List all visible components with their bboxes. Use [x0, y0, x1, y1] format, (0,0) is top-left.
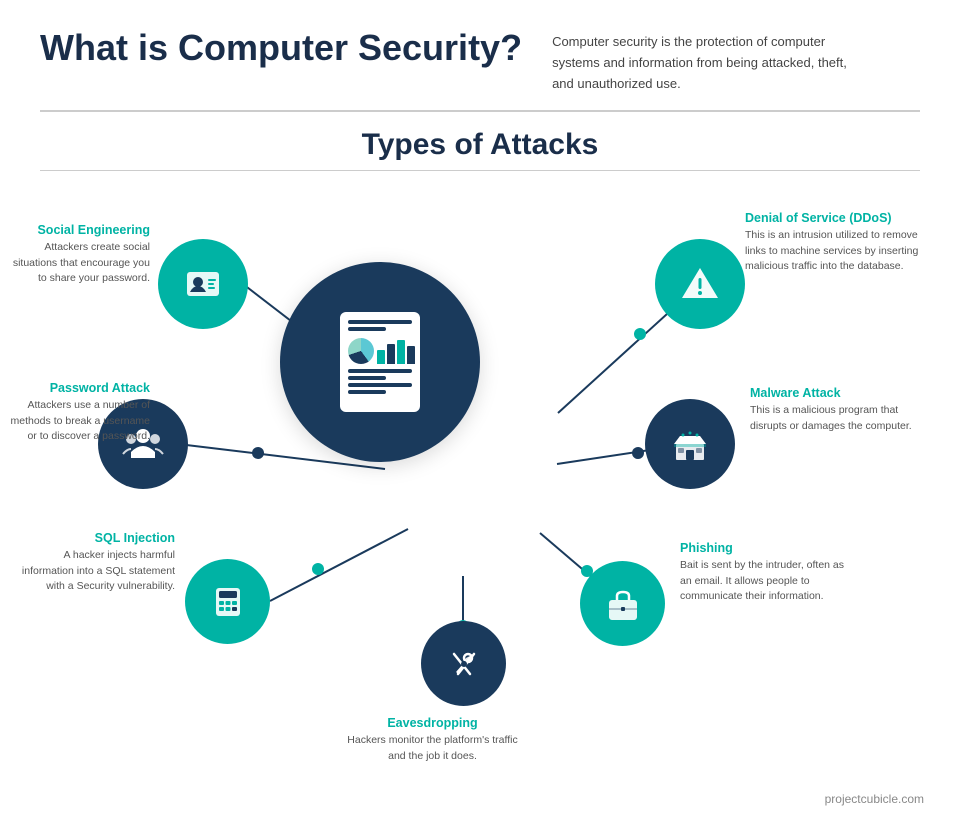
phishing-circle	[580, 561, 665, 646]
diagram-area: Social Engineering Attackers create soci…	[0, 171, 960, 761]
ddos-desc: This is an intrusion utilized to remove …	[745, 228, 935, 274]
social-engineering-label: Social Engineering Attackers create soci…	[10, 223, 150, 286]
malware-attack-circle	[645, 399, 735, 489]
tools-icon	[442, 642, 486, 686]
sql-injection-label: SQL Injection A hacker injects harmful i…	[20, 531, 175, 594]
sql-injection-desc: A hacker injects harmful information int…	[20, 548, 175, 594]
ddos-label: Denial of Service (DDoS) This is an intr…	[745, 211, 935, 274]
person-card-icon	[181, 262, 225, 306]
sql-injection-circle	[185, 559, 270, 644]
eavesdropping-circle	[421, 621, 506, 706]
warning-icon	[678, 262, 722, 306]
store-icon	[668, 422, 712, 466]
header-description: Computer security is the protection of c…	[552, 28, 872, 94]
section-title: Types of Attacks	[0, 112, 960, 170]
social-engineering-circle	[158, 239, 248, 329]
password-attack-label: Password Attack Attackers use a number o…	[0, 381, 150, 444]
social-engineering-desc: Attackers create social situations that …	[10, 240, 150, 286]
malware-attack-title: Malware Attack	[750, 386, 920, 400]
ddos-title: Denial of Service (DDoS)	[745, 211, 935, 225]
phishing-label: Phishing Bait is sent by the intruder, o…	[680, 541, 850, 604]
eavesdropping-label: Eavesdropping Hackers monitor the platfo…	[345, 716, 520, 763]
password-attack-title: Password Attack	[0, 381, 150, 395]
center-circle	[280, 262, 480, 462]
phishing-title: Phishing	[680, 541, 850, 555]
page-title: What is Computer Security?	[40, 28, 522, 68]
malware-attack-label: Malware Attack This is a malicious progr…	[750, 386, 920, 433]
malware-attack-desc: This is a malicious program that disrupt…	[750, 403, 920, 433]
password-attack-desc: Attackers use a number of methods to bre…	[0, 398, 150, 444]
social-engineering-title: Social Engineering	[10, 223, 150, 237]
sql-injection-title: SQL Injection	[20, 531, 175, 545]
eavesdropping-title: Eavesdropping	[345, 716, 520, 730]
briefcase-icon	[601, 582, 645, 626]
ddos-circle	[655, 239, 745, 329]
footer-url: projectcubicle.com	[825, 792, 924, 806]
calculator-icon	[206, 580, 250, 624]
phishing-desc: Bait is sent by the intruder, often as a…	[680, 558, 850, 604]
document-icon	[340, 312, 420, 412]
page: What is Computer Security? Computer secu…	[0, 0, 960, 818]
eavesdropping-desc: Hackers monitor the platform's traffic a…	[345, 733, 520, 763]
header: What is Computer Security? Computer secu…	[0, 0, 960, 110]
